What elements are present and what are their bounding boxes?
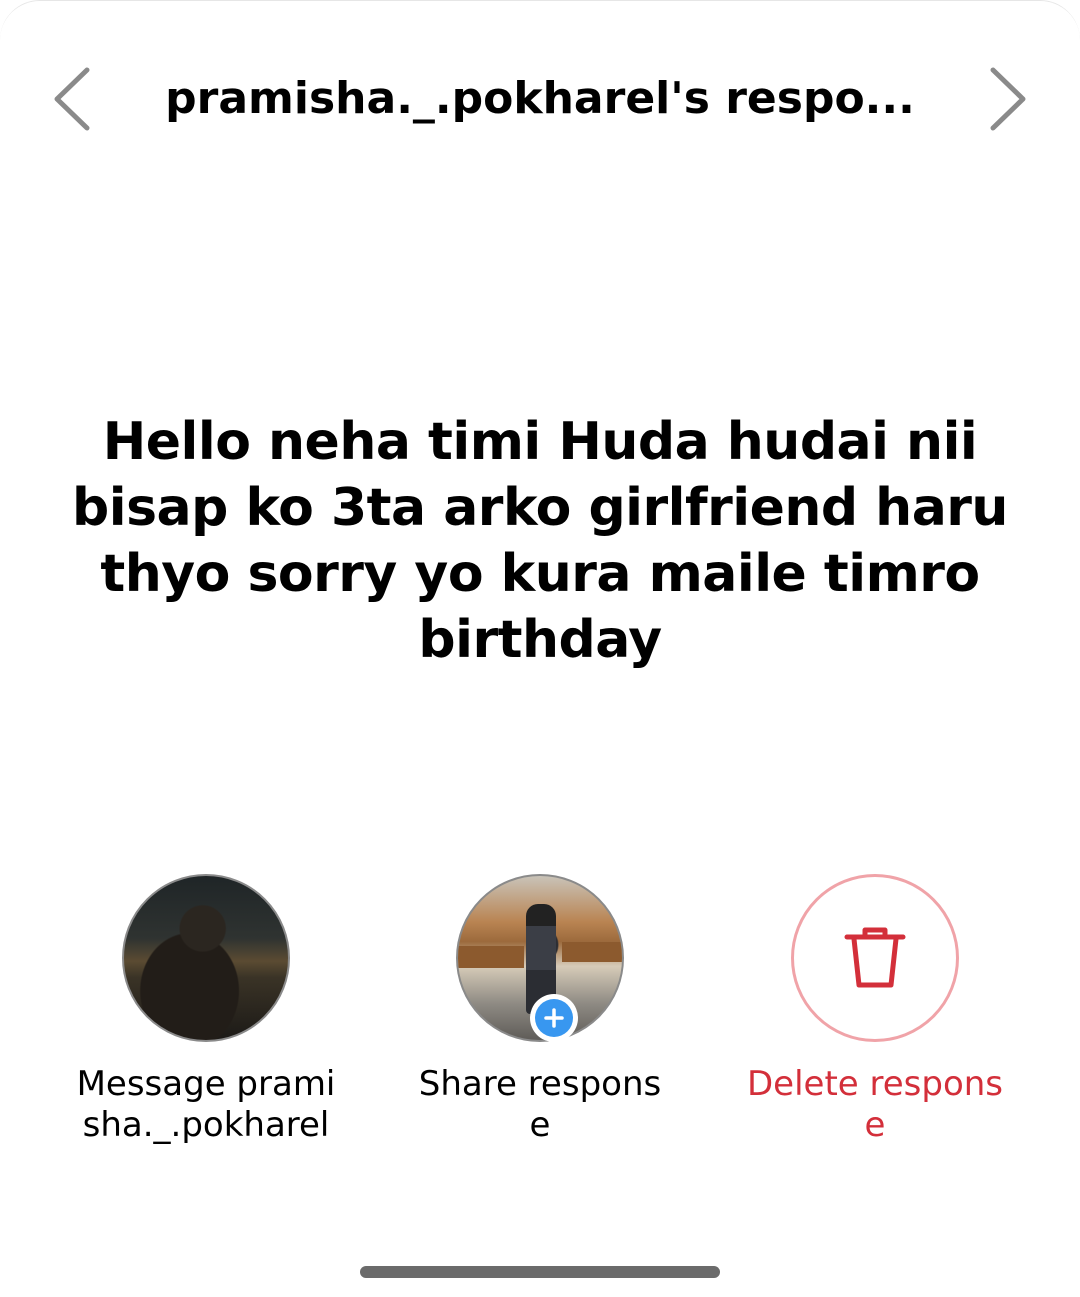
chevron-left-icon — [54, 67, 90, 131]
delete-circle[interactable] — [791, 874, 959, 1042]
trash-icon — [844, 927, 906, 988]
delete-response-label: Delete response — [746, 1064, 1004, 1145]
add-badge — [530, 994, 578, 1042]
chevron-right-icon — [990, 67, 1026, 131]
share-response-label: Share response — [418, 1064, 662, 1145]
header: pramisha._.pokharel's respo... — [0, 53, 1080, 145]
plus-icon — [544, 1008, 564, 1028]
response-text: Hello neha timi Huda hudai nii bisap ko … — [72, 412, 1008, 670]
action-row: Message pramisha._.pokharel Share respon… — [0, 874, 1080, 1204]
response-sheet: pramisha._.pokharel's respo... Hello neh… — [0, 0, 1080, 1297]
message-user-button[interactable]: Message pramisha._.pokharel — [76, 874, 336, 1146]
user-avatar[interactable] — [122, 874, 290, 1042]
message-user-label: Message pramisha._.pokharel — [76, 1064, 336, 1145]
delete-response-button[interactable]: Delete response — [745, 874, 1005, 1146]
next-button[interactable] — [968, 59, 1048, 139]
home-indicator[interactable] — [360, 1266, 720, 1278]
share-response-button[interactable]: Share response — [410, 874, 670, 1146]
previous-button[interactable] — [32, 59, 112, 139]
page-title: pramisha._.pokharel's respo... — [165, 73, 915, 124]
